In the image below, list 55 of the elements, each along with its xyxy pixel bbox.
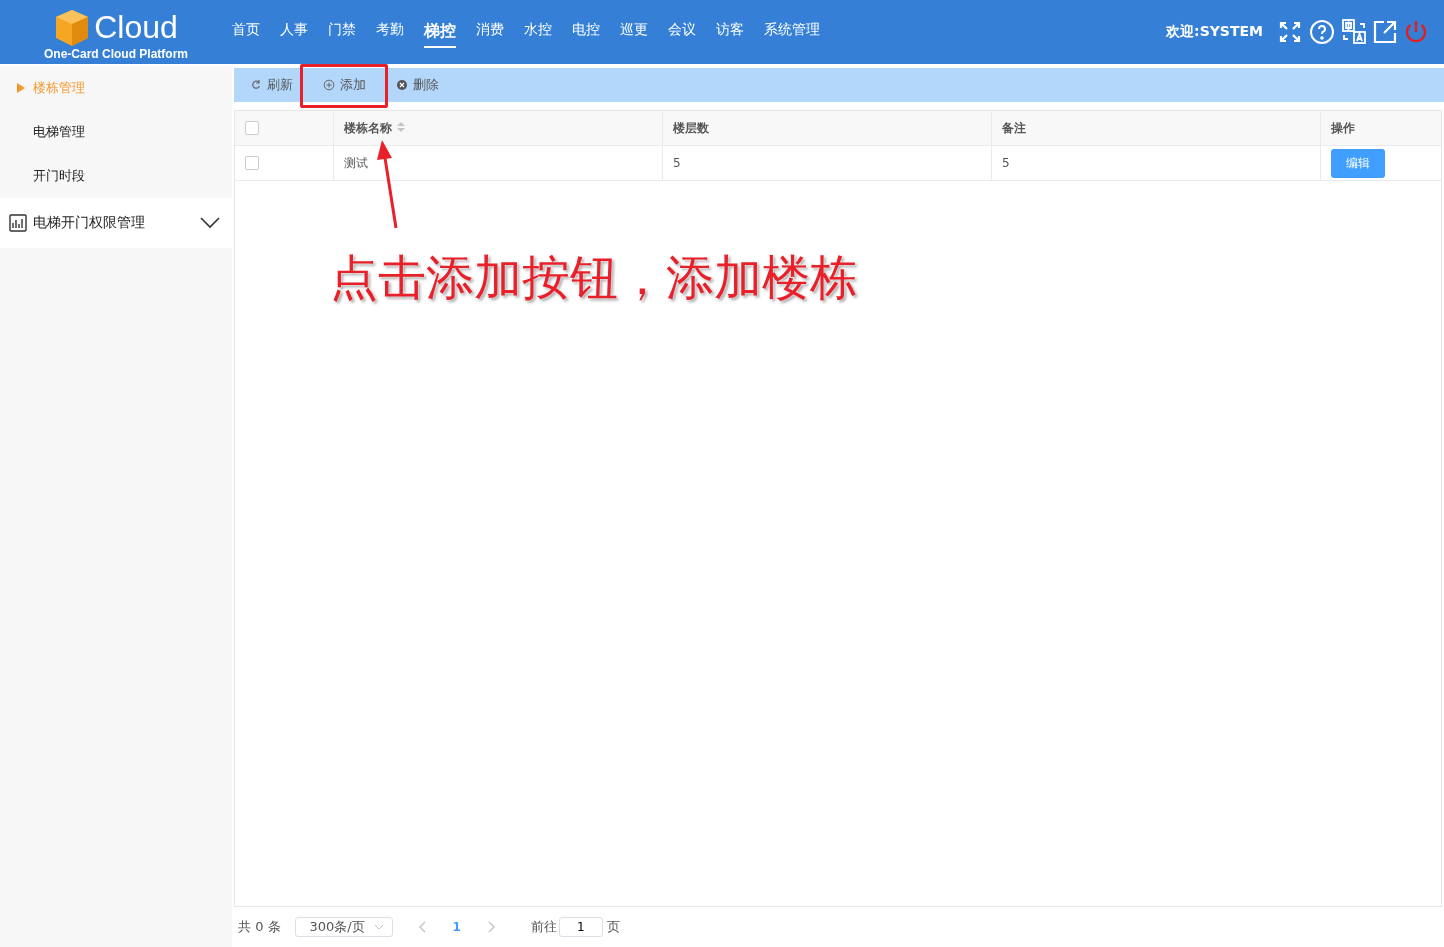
nav-tab[interactable]: 会议	[668, 16, 696, 48]
nav-tab[interactable]: 水控	[524, 16, 552, 48]
nav-tab[interactable]: 考勤	[376, 16, 404, 48]
sidebar-item[interactable]: 开门时段	[0, 154, 232, 198]
refresh-button[interactable]: 刷新	[242, 72, 301, 98]
nav-tab[interactable]: 消费	[476, 16, 504, 48]
nav-tab[interactable]: 访客	[716, 16, 744, 48]
group-label: 电梯开门权限管理	[33, 214, 145, 232]
checkbox[interactable]	[245, 121, 259, 136]
column-header: 操作	[1320, 111, 1441, 146]
fullscreen-icon[interactable]	[1278, 20, 1302, 44]
delete-icon	[396, 79, 408, 91]
nav-tab[interactable]: 门禁	[328, 16, 356, 48]
power-icon[interactable]	[1404, 19, 1428, 45]
page-size-select[interactable]: 300条/页	[294, 917, 393, 937]
external-link-icon[interactable]	[1373, 20, 1397, 44]
chevron-icon	[200, 217, 220, 229]
nav-tab[interactable]: 系统管理	[764, 16, 820, 48]
table-cell: 5	[662, 145, 992, 181]
welcome-text: 欢迎:SYSTEM	[1166, 23, 1263, 41]
add-icon	[323, 79, 335, 91]
cube-logo-icon	[54, 8, 91, 47]
sidebar-item[interactable]: 楼栋管理	[0, 66, 232, 110]
edit-button[interactable]: 编辑	[1331, 148, 1386, 178]
nav-tab[interactable]: 巡更	[620, 16, 648, 48]
annotation-text: 点击添加按钮，添加楼栋	[330, 248, 858, 307]
nav-tab[interactable]: 梯控	[424, 16, 456, 48]
sidebar-group[interactable]: 电梯开门权限管理	[0, 198, 232, 248]
column-header: 楼层数	[662, 111, 992, 146]
nav-tab[interactable]: 人事	[280, 16, 308, 48]
sort-icon[interactable]	[395, 121, 406, 135]
logo-text: Cloud	[94, 9, 178, 46]
table-cell: 5	[991, 145, 1321, 181]
nav-tab[interactable]: 电控	[572, 16, 600, 48]
total-count: 共 0 条	[238, 918, 281, 936]
next-page-icon[interactable]	[486, 921, 495, 933]
column-header: 备注	[991, 111, 1321, 146]
refresh-icon	[250, 79, 262, 91]
row-checkbox[interactable]	[245, 156, 259, 171]
page-suffix: 页	[606, 918, 620, 936]
sidebar-item[interactable]: 电梯管理	[0, 110, 232, 154]
caret-icon	[17, 83, 25, 93]
previous-page-icon[interactable]	[418, 921, 427, 933]
add-button[interactable]: 添加	[315, 72, 374, 98]
page-number[interactable]: 1	[452, 920, 461, 934]
column-header: 楼栋名称	[333, 111, 663, 146]
nav-tab[interactable]: 首页	[232, 16, 260, 48]
goto-label: 前往	[530, 918, 557, 936]
platform-subtitle: One-Card Cloud Platform	[44, 46, 188, 61]
chevron-icon	[373, 924, 384, 930]
page-input[interactable]: 1	[558, 917, 603, 937]
translate-icon[interactable]	[1342, 19, 1366, 45]
help-icon[interactable]	[1309, 19, 1335, 45]
chart-icon	[9, 214, 27, 232]
delete-button[interactable]: 删除	[388, 72, 447, 98]
